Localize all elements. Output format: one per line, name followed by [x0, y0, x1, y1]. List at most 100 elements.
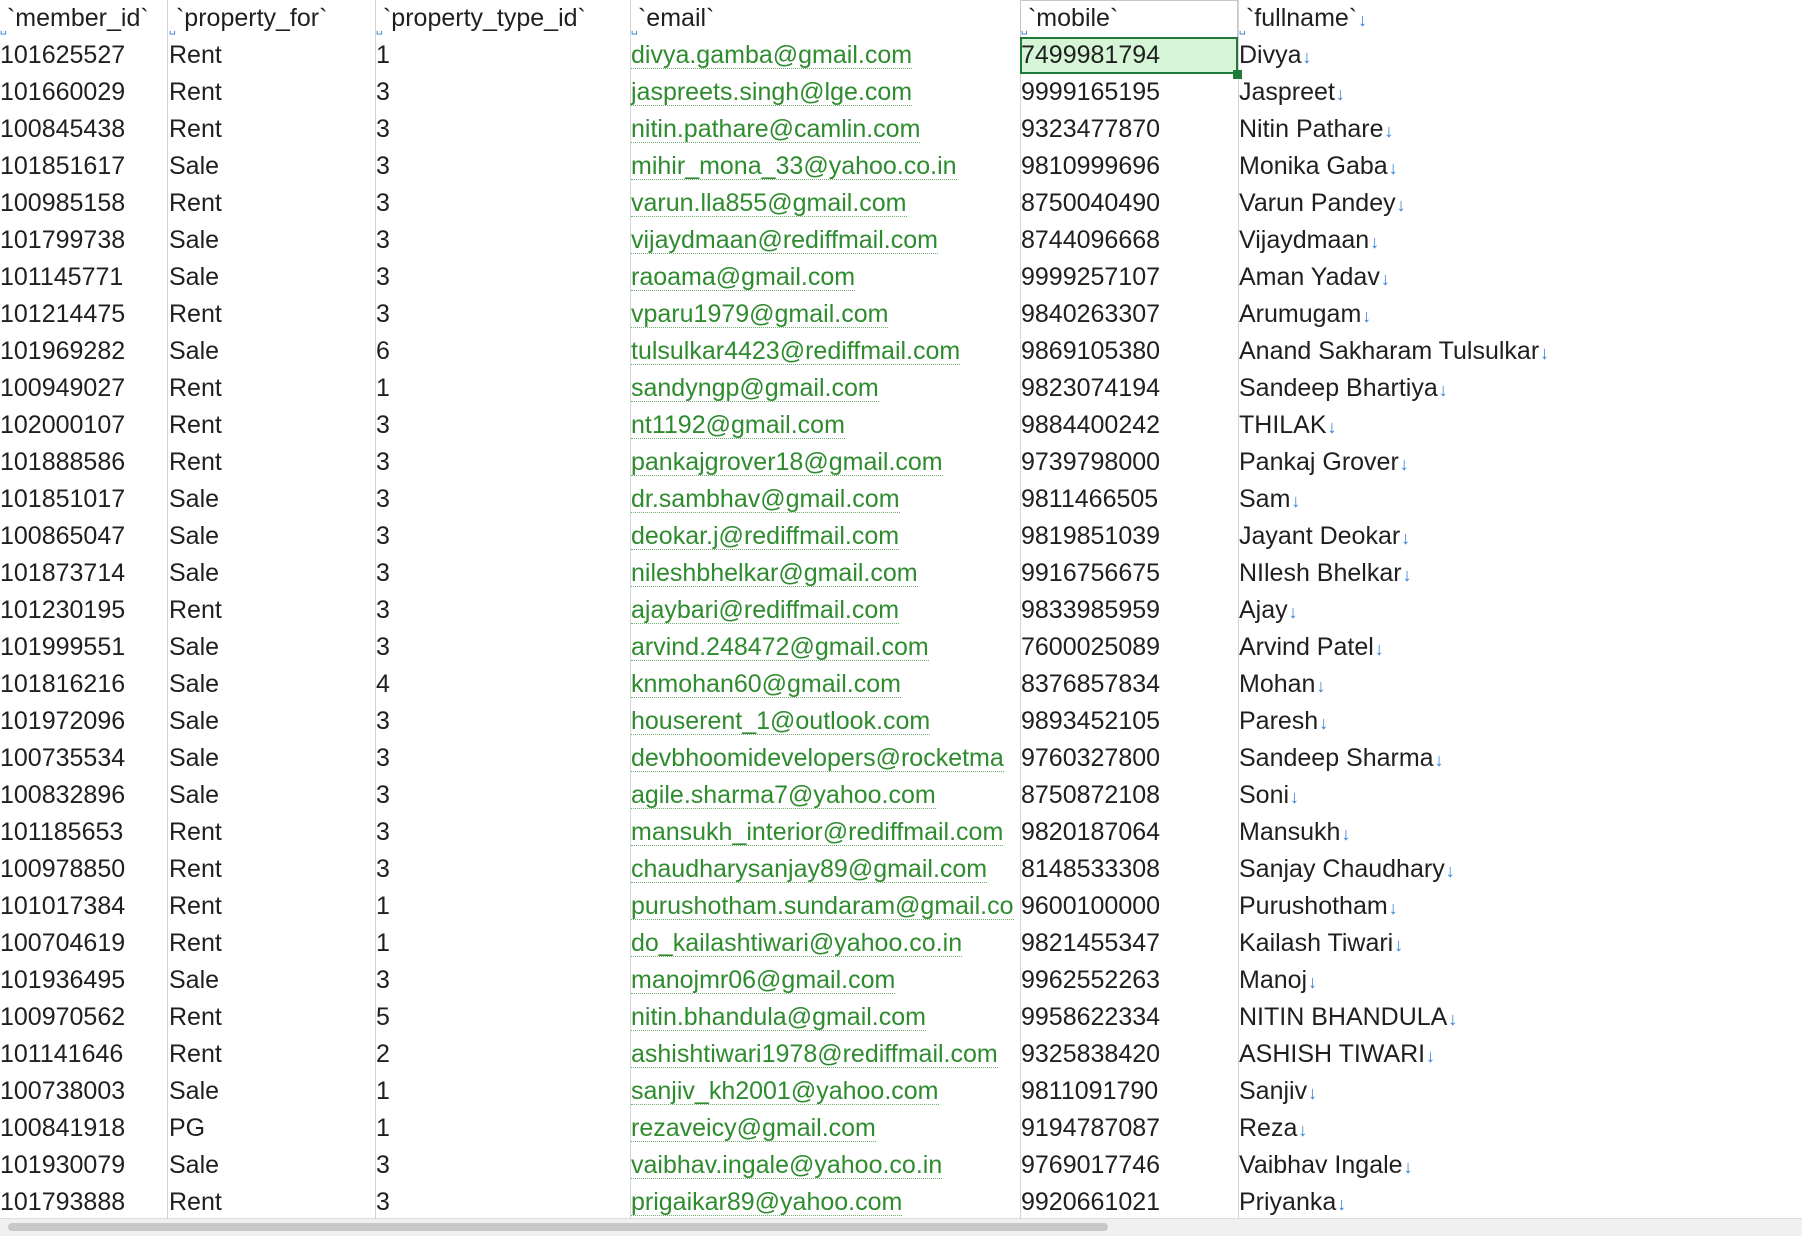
property-for-cell[interactable]: Sale [167, 555, 375, 592]
email-link[interactable]: deokar.j@rediffmail.com [631, 524, 900, 550]
email-link[interactable]: knmohan60@gmail.com [631, 672, 901, 698]
fullname-cell[interactable]: Sandeep Bhartiya↓ [1238, 370, 1802, 407]
member-id-cell[interactable]: 101999551 [0, 629, 167, 666]
selected-mobile-cell[interactable]: 7499981794 [1020, 37, 1238, 74]
mobile-cell[interactable]: 9916756675 [1020, 555, 1238, 592]
property-for-cell[interactable]: Rent [167, 851, 375, 888]
member-id-cell[interactable]: 101214475 [0, 296, 167, 333]
fullname-cell[interactable]: Nitin Pathare↓ [1238, 111, 1802, 148]
email-cell[interactable]: houserent_1@outlook.com [630, 703, 1020, 740]
fullname-cell[interactable]: THILAK↓ [1238, 407, 1802, 444]
property-for-cell[interactable]: Rent [167, 1036, 375, 1073]
email-cell[interactable]: vaibhav.ingale@yahoo.co.in [630, 1147, 1020, 1184]
mobile-cell[interactable]: 9833985959 [1020, 592, 1238, 629]
property-type-id-cell[interactable]: 3 [375, 185, 630, 222]
email-link[interactable]: dr.sambhav@gmail.com [631, 487, 900, 513]
email-link[interactable]: vijaydmaan@rediffmail.com [631, 228, 938, 254]
property-type-id-cell[interactable]: 3 [375, 814, 630, 851]
property-type-id-cell[interactable]: 1 [375, 925, 630, 962]
mobile-cell[interactable]: 9819851039 [1020, 518, 1238, 555]
header-mobile[interactable]: ␣`mobile` [1020, 0, 1238, 37]
property-type-id-cell[interactable]: 3 [375, 296, 630, 333]
mobile-cell[interactable]: 9823074194 [1020, 370, 1238, 407]
member-id-cell[interactable]: 100985158 [0, 185, 167, 222]
mobile-cell[interactable]: 9760327800 [1020, 740, 1238, 777]
email-link[interactable]: chaudharysanjay89@gmail.com [631, 857, 988, 883]
mobile-cell[interactable]: 8376857834 [1020, 666, 1238, 703]
mobile-cell[interactable]: 9840263307 [1020, 296, 1238, 333]
member-id-cell[interactable]: 100832896 [0, 777, 167, 814]
email-link[interactable]: arvind.248472@gmail.com [631, 635, 929, 661]
property-for-cell[interactable]: Sale [167, 481, 375, 518]
member-id-cell[interactable]: 102000107 [0, 407, 167, 444]
email-cell[interactable]: mansukh_interior@rediffmail.com [630, 814, 1020, 851]
email-cell[interactable]: chaudharysanjay89@gmail.com [630, 851, 1020, 888]
property-for-cell[interactable]: Sale [167, 962, 375, 999]
fullname-cell[interactable]: Jayant Deokar↓ [1238, 518, 1802, 555]
member-id-cell[interactable]: 100845438 [0, 111, 167, 148]
email-cell[interactable]: purushotham.sundaram@gmail.co [630, 888, 1020, 925]
property-for-cell[interactable]: Rent [167, 37, 375, 74]
email-cell[interactable]: nitin.pathare@camlin.com [630, 111, 1020, 148]
property-type-id-cell[interactable]: 1 [375, 888, 630, 925]
email-cell[interactable]: pankajgrover18@gmail.com [630, 444, 1020, 481]
mobile-cell[interactable]: 9769017746 [1020, 1147, 1238, 1184]
fullname-cell[interactable]: Divya↓ [1238, 37, 1802, 74]
email-cell[interactable]: ashishtiwari1978@rediffmail.com [630, 1036, 1020, 1073]
member-id-cell[interactable]: 101230195 [0, 592, 167, 629]
email-link[interactable]: prigaikar89@yahoo.com [631, 1190, 903, 1216]
email-cell[interactable]: rezaveicy@gmail.com [630, 1110, 1020, 1147]
email-cell[interactable]: prigaikar89@yahoo.com [630, 1184, 1020, 1218]
property-type-id-cell[interactable]: 3 [375, 148, 630, 185]
member-id-cell[interactable]: 101141646 [0, 1036, 167, 1073]
email-link[interactable]: jaspreets.singh@lge.com [631, 80, 913, 106]
property-for-cell[interactable]: Sale [167, 740, 375, 777]
property-type-id-cell[interactable]: 3 [375, 74, 630, 111]
property-for-cell[interactable]: Rent [167, 444, 375, 481]
property-type-id-cell[interactable]: 3 [375, 407, 630, 444]
email-cell[interactable]: manojmr06@gmail.com [630, 962, 1020, 999]
email-cell[interactable]: nileshbhelkar@gmail.com [630, 555, 1020, 592]
property-type-id-cell[interactable]: 1 [375, 370, 630, 407]
property-for-cell[interactable]: Sale [167, 333, 375, 370]
fullname-cell[interactable]: Vijaydmaan↓ [1238, 222, 1802, 259]
mobile-cell[interactable]: 9811466505 [1020, 481, 1238, 518]
email-cell[interactable]: nitin.bhandula@gmail.com [630, 999, 1020, 1036]
email-link[interactable]: devbhoomidevelopers@rocketma [631, 746, 1004, 772]
property-type-id-cell[interactable]: 3 [375, 555, 630, 592]
member-id-cell[interactable]: 101660029 [0, 74, 167, 111]
mobile-cell[interactable]: 9194787087 [1020, 1110, 1238, 1147]
email-link[interactable]: mansukh_interior@rediffmail.com [631, 820, 1004, 846]
property-for-cell[interactable]: Sale [167, 518, 375, 555]
email-link[interactable]: pankajgrover18@gmail.com [631, 450, 943, 476]
property-for-cell[interactable]: Sale [167, 629, 375, 666]
mobile-cell[interactable]: 9958622334 [1020, 999, 1238, 1036]
fullname-cell[interactable]: Jaspreet↓ [1238, 74, 1802, 111]
email-link[interactable]: divya.gamba@gmail.com [631, 43, 913, 69]
mobile-cell[interactable]: 9869105380 [1020, 333, 1238, 370]
fullname-cell[interactable]: Paresh↓ [1238, 703, 1802, 740]
member-id-cell[interactable]: 100978850 [0, 851, 167, 888]
property-type-id-cell[interactable]: 3 [375, 962, 630, 999]
mobile-cell[interactable]: 9820187064 [1020, 814, 1238, 851]
fullname-cell[interactable]: NITIN BHANDULA↓ [1238, 999, 1802, 1036]
fullname-cell[interactable]: Arumugam↓ [1238, 296, 1802, 333]
email-link[interactable]: ajaybari@rediffmail.com [631, 598, 900, 624]
member-id-cell[interactable]: 101793888 [0, 1184, 167, 1218]
property-type-id-cell[interactable]: 3 [375, 259, 630, 296]
member-id-cell[interactable]: 101017384 [0, 888, 167, 925]
mobile-cell[interactable]: 8744096668 [1020, 222, 1238, 259]
member-id-cell[interactable]: 101936495 [0, 962, 167, 999]
fullname-cell[interactable]: Sandeep Sharma↓ [1238, 740, 1802, 777]
fullname-cell[interactable]: Arvind Patel↓ [1238, 629, 1802, 666]
email-link[interactable]: ashishtiwari1978@rediffmail.com [631, 1042, 998, 1068]
member-id-cell[interactable]: 101972096 [0, 703, 167, 740]
email-cell[interactable]: dr.sambhav@gmail.com [630, 481, 1020, 518]
property-type-id-cell[interactable]: 3 [375, 444, 630, 481]
property-for-cell[interactable]: Rent [167, 370, 375, 407]
property-for-cell[interactable]: Rent [167, 74, 375, 111]
member-id-cell[interactable]: 101930079 [0, 1147, 167, 1184]
mobile-cell[interactable]: 9893452105 [1020, 703, 1238, 740]
email-link[interactable]: purushotham.sundaram@gmail.co [631, 894, 1014, 920]
member-id-cell[interactable]: 101799738 [0, 222, 167, 259]
